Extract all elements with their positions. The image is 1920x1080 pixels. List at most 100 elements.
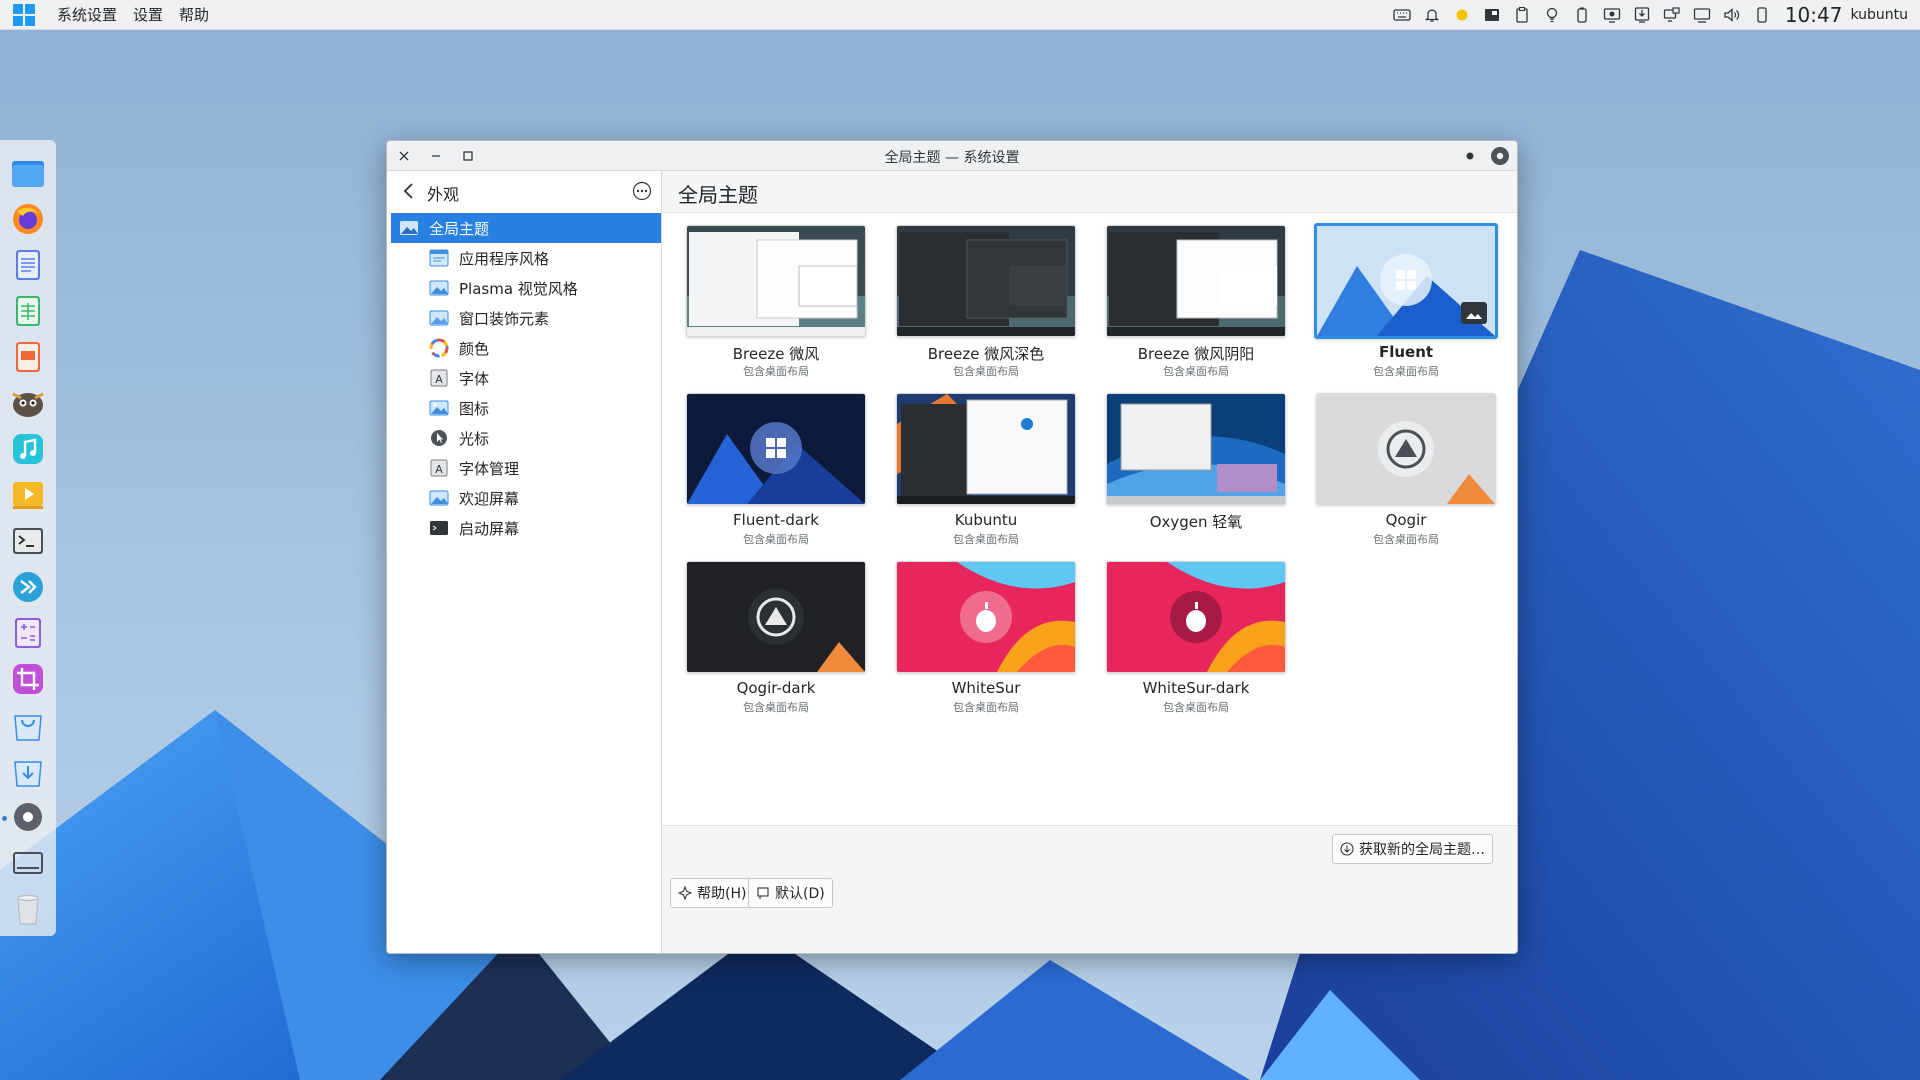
- sidebar-title: 外观: [427, 185, 460, 204]
- get-new-themes-label: 获取新的全局主题…: [1359, 842, 1485, 858]
- theme-card-kubuntu[interactable]: Kubuntu 包含桌面布局: [896, 393, 1076, 553]
- titlebar[interactable]: 全局主题 — 系统设置: [387, 141, 1517, 171]
- window-decoration-icon: [429, 308, 449, 328]
- theme-subtitle: 包含桌面布局: [953, 365, 1019, 378]
- application-launcher-icon[interactable]: [13, 3, 35, 26]
- display-config-icon[interactable]: [1657, 0, 1687, 30]
- clipboard-icon[interactable]: [1507, 0, 1537, 30]
- theme-subtitle: 包含桌面布局: [743, 533, 809, 546]
- get-new-themes-button[interactable]: 获取新的全局主题…: [1332, 834, 1493, 864]
- theme-subtitle: 包含桌面布局: [1373, 365, 1439, 378]
- calc-icon[interactable]: [9, 292, 47, 330]
- theme-card-fluent[interactable]: Fluent 包含桌面布局: [1314, 223, 1498, 385]
- theme-name: Fluent: [1378, 343, 1434, 361]
- sidebar-item-window-decoration[interactable]: 窗口装饰元素: [391, 303, 661, 333]
- sidebar-item-cursor[interactable]: 光标: [391, 423, 661, 453]
- sidebar-item-boot-screen[interactable]: 启动屏幕: [391, 513, 661, 543]
- keep-above-dot-icon[interactable]: [1461, 147, 1479, 165]
- theme-name: WhiteSur: [951, 679, 1021, 697]
- battery-icon[interactable]: [1567, 0, 1597, 30]
- help-icon: [678, 886, 692, 900]
- theme-name: Qogir-dark: [736, 679, 816, 697]
- theme-card-breeze-twilight[interactable]: Breeze 微风阴阳 包含桌面布局: [1106, 225, 1286, 385]
- calculator-icon[interactable]: [9, 614, 47, 652]
- sidebar-item-app-style[interactable]: 应用程序风格: [391, 243, 661, 273]
- display-icon[interactable]: [1597, 0, 1627, 30]
- writer-icon[interactable]: [9, 246, 47, 284]
- help-label: 帮助(H): [697, 886, 747, 902]
- boot-screen-icon: [429, 518, 449, 538]
- weather-sun-icon[interactable]: [1447, 0, 1477, 30]
- lightbulb-icon[interactable]: [1537, 0, 1567, 30]
- defaults-icon: [757, 887, 769, 899]
- terminal-icon[interactable]: [9, 522, 47, 560]
- user-name[interactable]: kubuntu: [1850, 7, 1908, 23]
- theme-thumbnail: [1316, 393, 1496, 505]
- system-tray: 10:47 kubuntu: [1387, 0, 1920, 30]
- sidebar-item-colors[interactable]: 颜色: [391, 333, 661, 363]
- more-options-icon[interactable]: [632, 181, 652, 201]
- firefox-icon[interactable]: [9, 200, 47, 238]
- icons-icon: [429, 398, 449, 418]
- gear-icon[interactable]: [1489, 145, 1511, 167]
- theme-name: Kubuntu: [954, 511, 1018, 529]
- sidebar-item-global-theme[interactable]: 全局主题: [391, 213, 661, 243]
- theme-card-whitesur-dark[interactable]: WhiteSur-dark 包含桌面布局: [1106, 561, 1286, 721]
- menu-help[interactable]: 帮助: [171, 4, 217, 25]
- theme-subtitle: 包含桌面布局: [1373, 533, 1439, 546]
- gimp-icon[interactable]: [9, 384, 47, 422]
- kdeconnect-icon[interactable]: [9, 568, 47, 606]
- installer-icon[interactable]: [9, 752, 47, 790]
- active-indicator: [2, 816, 7, 821]
- theme-card-breeze[interactable]: Breeze 微风 包含桌面布局: [686, 225, 866, 385]
- phone-icon[interactable]: [1747, 0, 1777, 30]
- menu-system-settings[interactable]: 系统设置: [49, 4, 125, 25]
- sidebar-item-label: 窗口装饰元素: [459, 309, 550, 328]
- settings-icon[interactable]: [9, 798, 47, 836]
- trash-icon[interactable]: [9, 890, 47, 928]
- bell-icon[interactable]: [1417, 0, 1447, 30]
- content-area: 全局主题 Breeze 微风 包含桌面布局 Breeze 微风深色 包含桌面布局…: [662, 171, 1517, 953]
- defaults-button[interactable]: 默认(D): [748, 878, 833, 908]
- app-icon[interactable]: [1477, 0, 1507, 30]
- theme-card-oxygen[interactable]: Oxygen 轻氧: [1106, 393, 1286, 553]
- page-title: 全局主题: [678, 183, 758, 207]
- plasma-style-icon: [429, 278, 449, 298]
- theme-card-whitesur[interactable]: WhiteSur 包含桌面布局: [896, 561, 1076, 721]
- theme-thumbnail: [1106, 225, 1286, 337]
- download-icon[interactable]: [1627, 0, 1657, 30]
- sidebar-item-plasma-style[interactable]: Plasma 视觉风格: [391, 273, 661, 303]
- crop-icon[interactable]: [9, 660, 47, 698]
- sidebar-item-font-manager[interactable]: A 字体管理: [391, 453, 661, 483]
- sidebar-item-icons[interactable]: 图标: [391, 393, 661, 423]
- menu-settings[interactable]: 设置: [125, 4, 171, 25]
- theme-card-qogir-dark[interactable]: Qogir-dark 包含桌面布局: [686, 561, 866, 721]
- sidebar-item-label: 欢迎屏幕: [459, 489, 520, 508]
- help-button[interactable]: 帮助(H): [670, 878, 755, 908]
- theme-card-breeze-dark[interactable]: Breeze 微风深色 包含桌面布局: [896, 225, 1076, 385]
- screen-icon[interactable]: [9, 844, 47, 882]
- sidebar-item-splash-screen[interactable]: 欢迎屏幕: [391, 483, 661, 513]
- window-title: 全局主题 — 系统设置: [884, 150, 1020, 166]
- download-circle-icon: [1340, 842, 1354, 856]
- sidebar-item-fonts[interactable]: A 字体: [391, 363, 661, 393]
- keyboard-icon[interactable]: [1387, 0, 1417, 30]
- discover-icon[interactable]: [9, 706, 47, 744]
- dock: [0, 140, 56, 936]
- impress-icon[interactable]: [9, 338, 47, 376]
- theme-name: Breeze 微风: [732, 345, 820, 363]
- theme-card-qogir[interactable]: Qogir 包含桌面布局: [1316, 393, 1496, 553]
- back-arrow-icon[interactable]: [399, 180, 419, 202]
- video-player-icon[interactable]: [9, 476, 47, 514]
- theme-thumbnail: [686, 393, 866, 505]
- volume-icon[interactable]: [1717, 0, 1747, 30]
- music-icon[interactable]: [9, 430, 47, 468]
- clock[interactable]: 10:47: [1785, 3, 1843, 27]
- file-manager-icon[interactable]: [9, 154, 47, 192]
- sidebar-item-label: 光标: [459, 429, 490, 448]
- theme-card-fluent-dark[interactable]: Fluent-dark 包含桌面布局: [686, 393, 866, 553]
- monitor-icon[interactable]: [1687, 0, 1717, 30]
- font-manager-icon: A: [429, 458, 449, 478]
- footer: 获取新的全局主题… 帮助(H) 默认(D): [662, 825, 1517, 953]
- theme-thumbnail: [896, 225, 1076, 337]
